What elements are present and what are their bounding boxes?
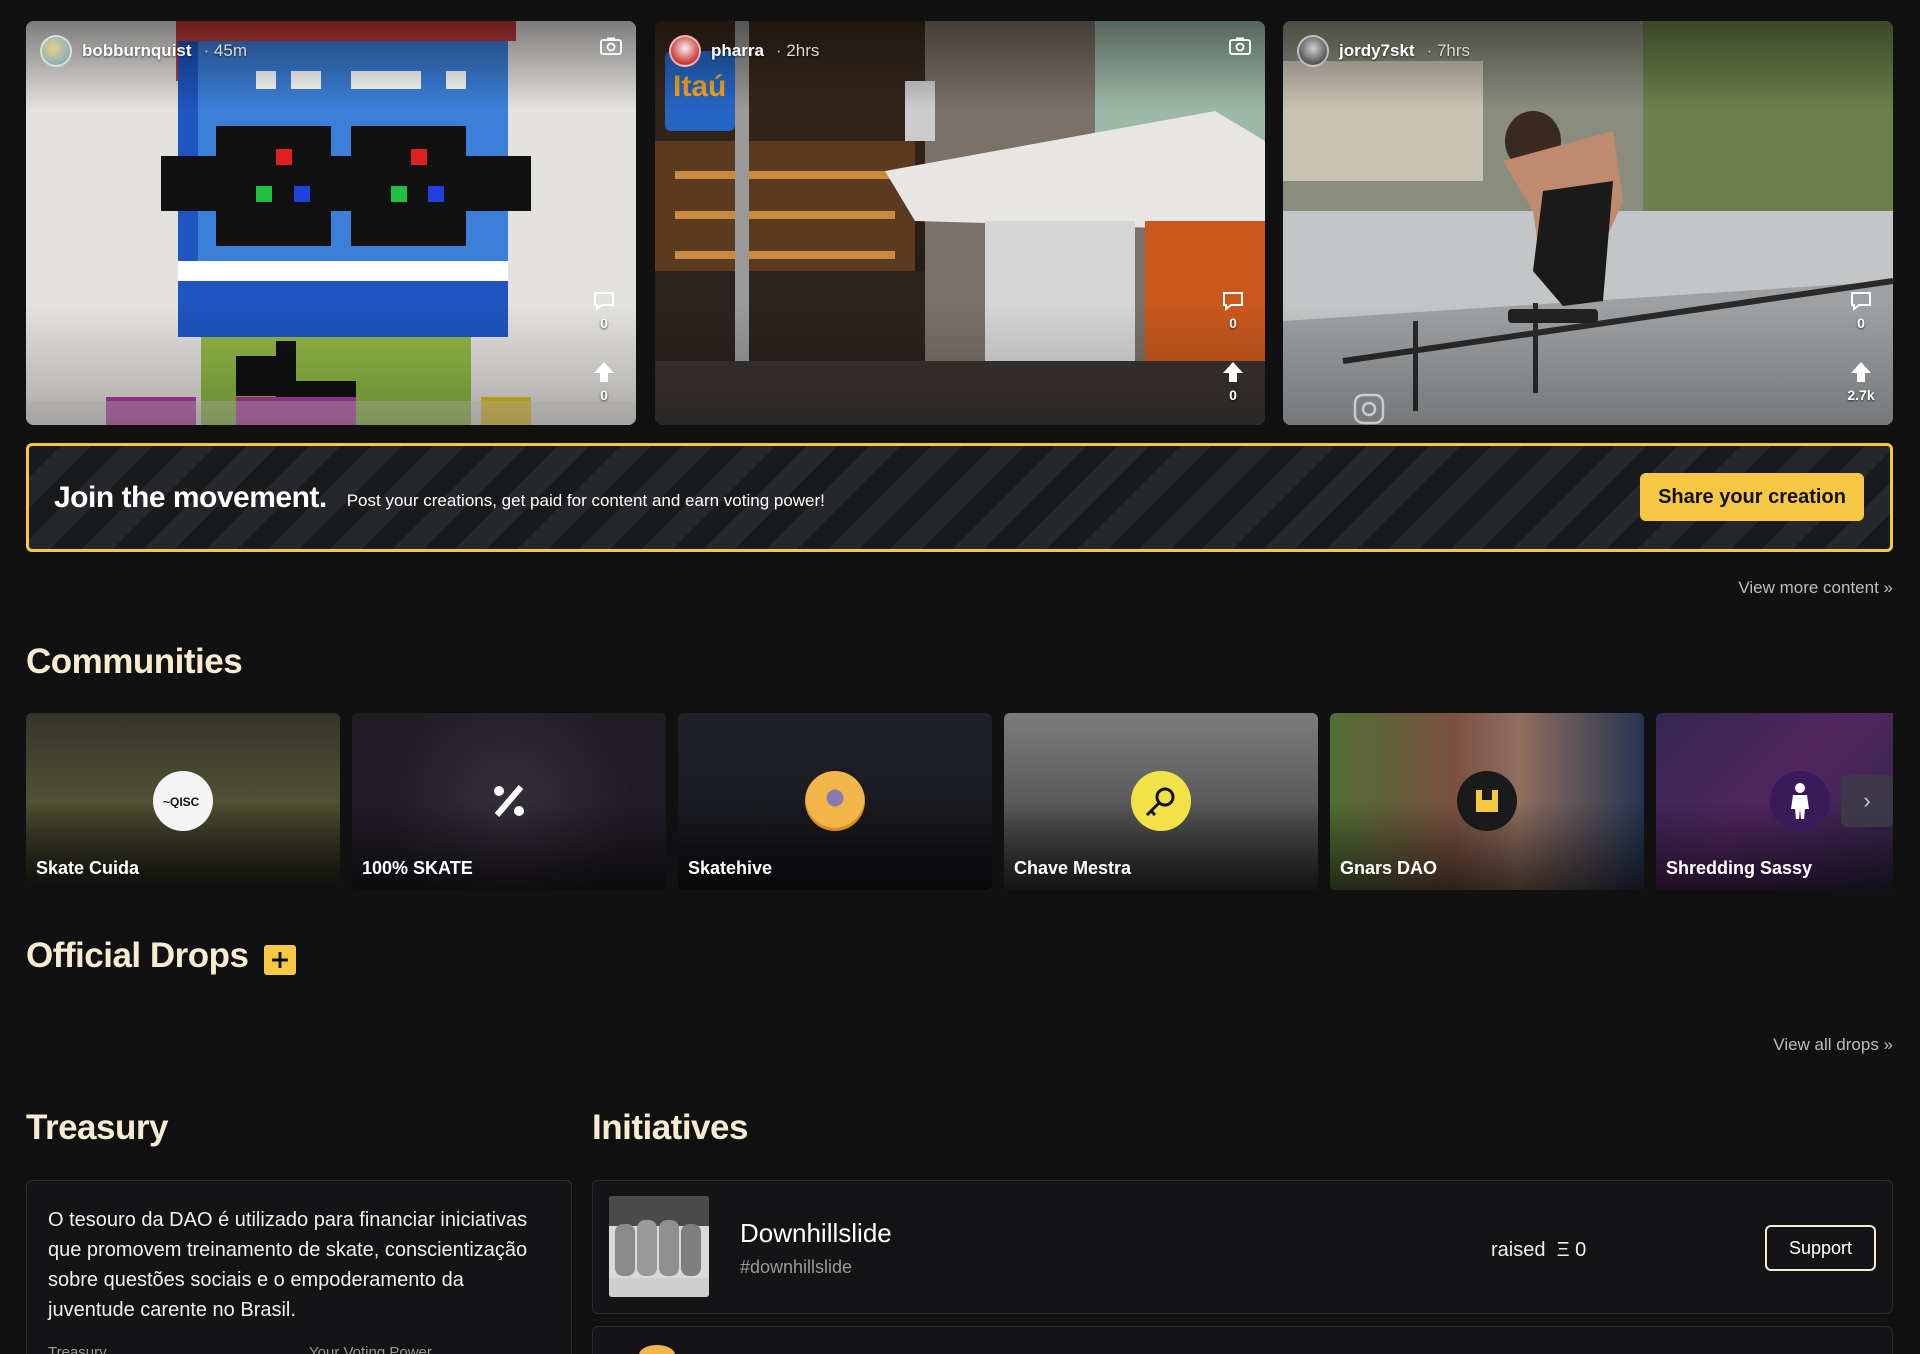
treasury-card: O tesouro da DAO é utilizado para financ… (26, 1180, 572, 1354)
comment-count-value: 0 (1857, 315, 1865, 331)
initiative-card[interactable] (592, 1326, 1893, 1354)
community-name: Chave Mestra (1014, 858, 1132, 878)
post-card[interactable]: jordy7skt · 7hrs 0 2.7k (1283, 21, 1893, 425)
comment-count-value: 0 (600, 315, 608, 331)
share-creation-button[interactable]: Share your creation (1640, 473, 1864, 521)
treasury-description: O tesouro da DAO é utilizado para financ… (48, 1209, 528, 1321)
initiative-thumbnail (609, 1196, 709, 1297)
initiative-card[interactable]: Downhillslide #downhillslide raised Ξ 0 … (592, 1180, 1893, 1314)
add-drop-button[interactable] (264, 945, 296, 975)
upvote-arrow-icon (594, 362, 614, 382)
post-username[interactable]: pharra (711, 41, 764, 61)
initiatives-title: Initiatives (592, 1108, 748, 1147)
svg-text:~QISC: ~QISC (163, 795, 200, 808)
initiative-name[interactable]: Downhillslide (740, 1218, 892, 1249)
upvote-arrow-icon (1851, 362, 1871, 382)
post-header: pharra · 2hrs (669, 35, 819, 67)
community-name: 100% SKATE (362, 858, 473, 878)
gnars-logo (1457, 771, 1517, 831)
upvote-count[interactable]: 2.7k (1839, 361, 1883, 403)
comment-icon (1851, 292, 1871, 311)
treasury-title: Treasury (26, 1108, 168, 1147)
camera-icon (1229, 37, 1251, 55)
upvote-count[interactable]: 0 (582, 361, 626, 403)
upvote-count[interactable]: 0 (1211, 361, 1255, 403)
comment-count[interactable]: 0 (1839, 291, 1883, 331)
content-feed: bobburnquist · 45m 0 0 pharra · 2hrs 0 0… (26, 21, 1893, 425)
official-drops-title: Official Drops (26, 936, 249, 975)
post-time: · 7hrs (1426, 41, 1471, 60)
treasury-label: Treasury (48, 1344, 107, 1354)
key-icon (1131, 771, 1191, 831)
view-all-drops-link[interactable]: View all drops » (1773, 1035, 1893, 1055)
community-card[interactable]: Chave Mestra (1004, 713, 1318, 890)
post-username[interactable]: bobburnquist (82, 41, 192, 61)
community-card[interactable]: Gnars DAO (1330, 713, 1644, 890)
view-more-content-link[interactable]: View more content » (1738, 578, 1893, 598)
communities-title: Communities (26, 642, 243, 681)
upvote-count-value: 0 (600, 387, 608, 403)
comment-count[interactable]: 0 (1211, 291, 1255, 331)
plus-icon (272, 952, 288, 968)
join-banner: Join the movement. Post your creations, … (26, 443, 1893, 552)
avatar[interactable] (40, 35, 72, 67)
post-header: jordy7skt · 7hrs (1297, 35, 1470, 67)
communities-carousel: ~QISC Skate Cuida 100% SKATE Skatehive C… (26, 713, 1893, 890)
instagram-icon (1353, 393, 1385, 425)
avatar[interactable] (1297, 35, 1329, 67)
community-card[interactable]: ~QISC Skate Cuida (26, 713, 340, 890)
carousel-next-button[interactable]: › (1841, 775, 1893, 827)
voting-power-label: Your Voting Power (309, 1344, 432, 1354)
post-time: · 45m (203, 41, 247, 60)
initiative-tag: #downhillslide (740, 1257, 853, 1277)
comment-icon (1223, 292, 1243, 311)
community-name: Shredding Sassy (1666, 858, 1813, 878)
community-name: Gnars DAO (1340, 858, 1438, 878)
post-header: bobburnquist · 45m (40, 35, 247, 67)
comment-icon (594, 292, 614, 311)
percent-icon (479, 771, 539, 831)
post-time: · 2hrs (775, 41, 820, 60)
community-logo: ~QISC (153, 771, 213, 831)
upvote-count-value: 0 (1229, 387, 1237, 403)
post-username[interactable]: jordy7skt (1339, 41, 1415, 61)
join-title: Join the movement. (54, 480, 327, 514)
community-name: Skatehive (688, 858, 773, 878)
avatar[interactable] (669, 35, 701, 67)
post-card[interactable]: Itaú pharra · 2hrs 0 0 (655, 21, 1265, 425)
community-card[interactable]: 100% SKATE (352, 713, 666, 890)
community-card[interactable]: Skatehive (678, 713, 992, 890)
initiative-thumbnail (639, 1345, 675, 1354)
post-card[interactable]: bobburnquist · 45m 0 0 (26, 21, 636, 425)
community-name: Skate Cuida (36, 858, 140, 878)
join-text: Post your creations, get paid for conten… (346, 490, 825, 510)
comment-count-value: 0 (1229, 315, 1237, 331)
comment-count[interactable]: 0 (582, 291, 626, 331)
camera-icon (600, 37, 622, 55)
initiative-raised: raised Ξ 0 (1491, 1239, 1587, 1261)
support-button[interactable]: Support (1765, 1225, 1876, 1271)
upvote-count-value: 2.7k (1847, 387, 1875, 403)
upvote-arrow-icon (1223, 362, 1243, 382)
skatehive-logo (805, 771, 865, 831)
